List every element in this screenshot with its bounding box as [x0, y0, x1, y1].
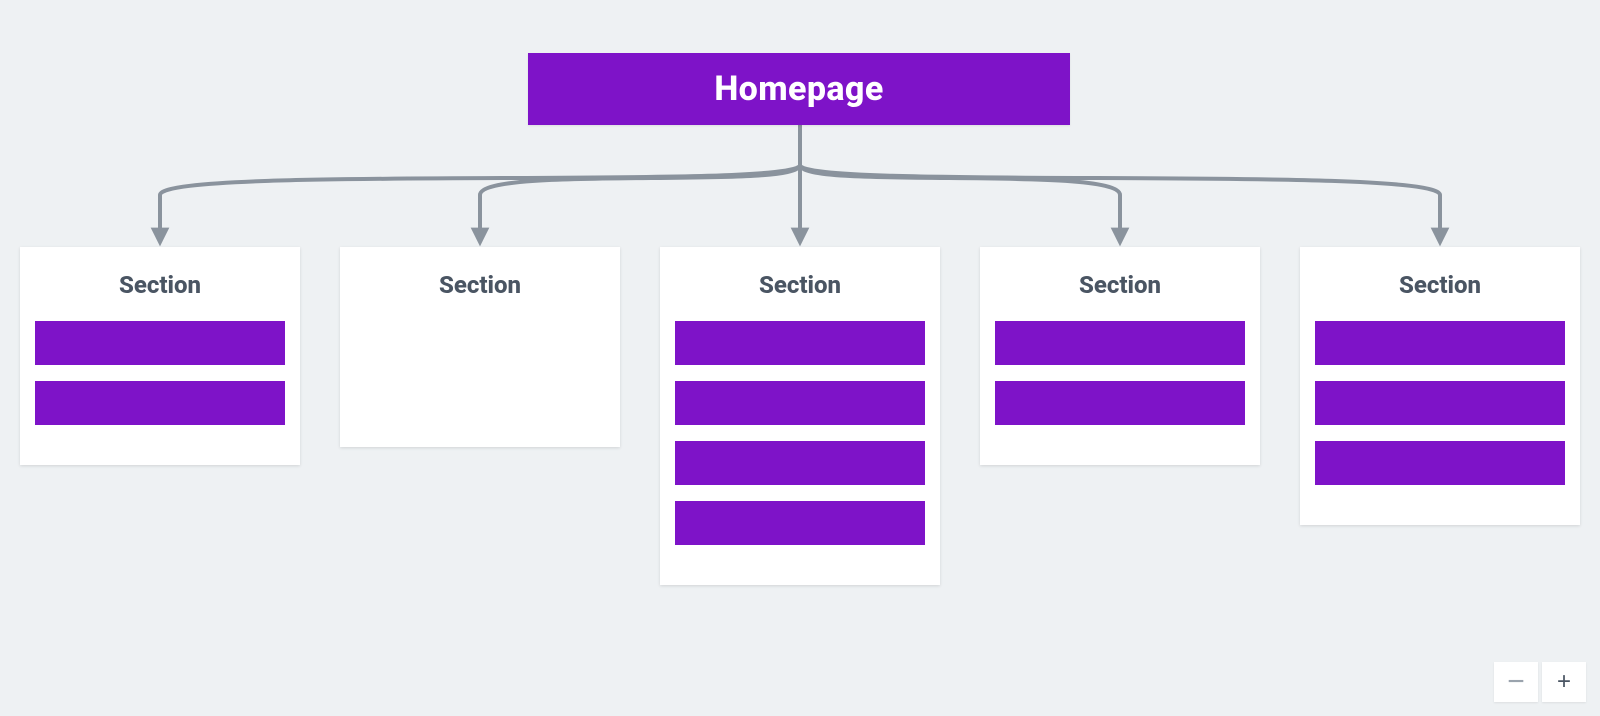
subpage-bar[interactable] — [675, 441, 925, 485]
plus-icon: + — [1557, 670, 1571, 694]
section-card-2[interactable]: Section — [660, 247, 940, 585]
zoom-out-button[interactable]: − — [1494, 662, 1538, 702]
section-title: Section — [759, 271, 841, 299]
minus-icon: − — [1507, 667, 1525, 697]
subpage-bar[interactable] — [995, 381, 1245, 425]
section-title: Section — [1079, 271, 1161, 299]
sections-row: Section Section Section Section Section — [20, 247, 1580, 585]
section-card-3[interactable]: Section — [980, 247, 1260, 465]
connectors-layer — [0, 0, 1600, 260]
subpage-bar[interactable] — [35, 381, 285, 425]
subpage-bar[interactable] — [675, 501, 925, 545]
subpage-bar[interactable] — [1315, 381, 1565, 425]
section-title: Section — [119, 271, 201, 299]
section-card-1[interactable]: Section — [340, 247, 620, 447]
sitemap-canvas[interactable]: Homepage Section Section Section Section… — [0, 0, 1600, 716]
section-title: Section — [439, 271, 521, 299]
subpage-bar[interactable] — [675, 321, 925, 365]
zoom-in-button[interactable]: + — [1542, 662, 1586, 702]
root-node-homepage[interactable]: Homepage — [528, 53, 1070, 125]
subpage-bar[interactable] — [35, 321, 285, 365]
subpage-bar[interactable] — [1315, 321, 1565, 365]
subpage-bar[interactable] — [1315, 441, 1565, 485]
section-card-0[interactable]: Section — [20, 247, 300, 465]
section-card-4[interactable]: Section — [1300, 247, 1580, 525]
subpage-bar[interactable] — [675, 381, 925, 425]
section-title: Section — [1399, 271, 1481, 299]
root-node-label: Homepage — [714, 69, 883, 109]
subpage-bar[interactable] — [995, 321, 1245, 365]
zoom-controls: − + — [1494, 662, 1586, 702]
